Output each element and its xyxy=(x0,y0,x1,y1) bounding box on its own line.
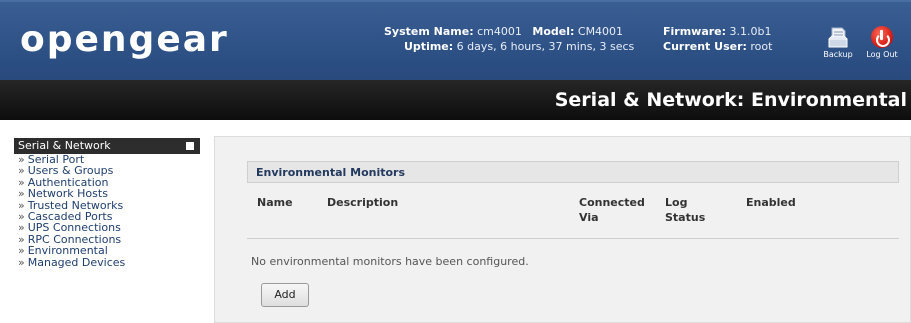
column-header-description: Description xyxy=(327,196,399,209)
table-divider xyxy=(247,238,899,239)
system-name-label: System Name: xyxy=(384,25,474,38)
sidebar: Serial & Network » Serial Port » Users & G… xyxy=(14,138,200,323)
backup-button[interactable]: Backup xyxy=(818,26,858,59)
model-value: CM4001 xyxy=(577,25,624,38)
column-header-enabled: Enabled xyxy=(746,196,796,209)
backup-icon xyxy=(828,26,848,48)
column-header-name: Name xyxy=(257,196,293,209)
opengear-logo[interactable]: opengear xyxy=(20,19,229,60)
logout-button[interactable]: Log Out xyxy=(862,26,902,59)
section-title: Environmental Monitors xyxy=(247,161,899,183)
uptime-value: 6 days, 6 hours, 37 mins, 3 secs xyxy=(456,40,635,53)
current-user-label: Current User: xyxy=(663,40,747,53)
page-title: Serial & Network: Environmental xyxy=(554,89,907,111)
content-panel: Environmental Monitors Name Description … xyxy=(214,136,911,323)
system-info-left: System Name: cm4001 Model: CM4001 Uptime… xyxy=(384,24,634,54)
model-label: Model: xyxy=(532,25,575,38)
add-button[interactable]: Add xyxy=(261,283,309,307)
uptime-label: Uptime: xyxy=(404,40,454,53)
logout-label: Log Out xyxy=(866,50,898,59)
sidebar-item-managed-devices[interactable]: » Managed Devices xyxy=(14,255,200,269)
system-info-right: Firmware: 3.1.0b1 Current User: root xyxy=(663,24,772,54)
system-name-value: cm4001 xyxy=(477,25,522,38)
collapse-icon[interactable] xyxy=(186,142,194,150)
sidebar-section-header[interactable]: Serial & Network xyxy=(14,138,200,154)
current-user-value: root xyxy=(750,40,773,53)
backup-label: Backup xyxy=(823,50,853,59)
column-header-log-status: Log Status xyxy=(665,196,706,224)
sidebar-section-title: Serial & Network xyxy=(18,139,111,152)
page-title-bar: Serial & Network: Environmental xyxy=(0,80,911,120)
column-header-connected-via: Connected Via xyxy=(579,196,645,224)
bullet-icon: » xyxy=(18,255,25,269)
empty-state-message: No environmental monitors have been conf… xyxy=(251,255,529,268)
firmware-label: Firmware: xyxy=(663,25,727,38)
app-header: opengear System Name: cm4001 Model: CM40… xyxy=(0,0,911,80)
power-icon xyxy=(871,26,893,48)
firmware-value: 3.1.0b1 xyxy=(729,25,772,38)
